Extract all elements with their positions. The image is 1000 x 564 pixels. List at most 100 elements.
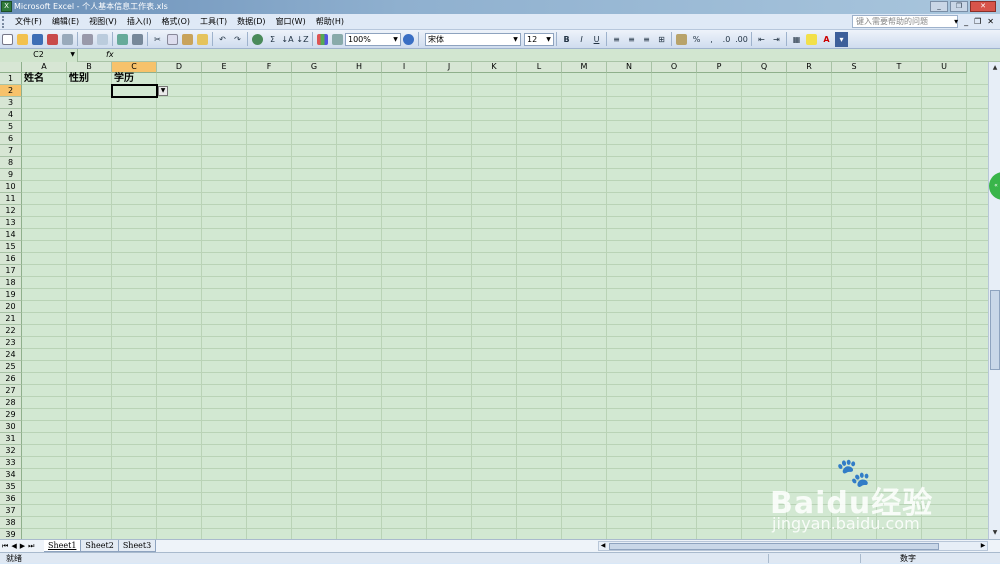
decrease-indent-icon[interactable]: ⇤	[755, 32, 768, 47]
row-header-9[interactable]: 9	[0, 169, 22, 181]
row-header-15[interactable]: 15	[0, 241, 22, 253]
row-header-21[interactable]: 21	[0, 313, 22, 325]
row-header-31[interactable]: 31	[0, 433, 22, 445]
decrease-decimal-icon[interactable]: .00	[735, 32, 748, 47]
workbook-close-button[interactable]: ✕	[987, 15, 994, 28]
drawing-icon[interactable]	[331, 32, 344, 47]
mail-icon[interactable]	[61, 32, 74, 47]
menu-window[interactable]: 窗口(W)	[271, 15, 311, 29]
copy-icon[interactable]	[166, 32, 179, 47]
menu-tools[interactable]: 工具(T)	[195, 15, 232, 29]
bold-button[interactable]: B	[560, 32, 573, 47]
sort-descending-icon[interactable]: ↓Z	[296, 32, 309, 47]
menu-format[interactable]: 格式(O)	[156, 15, 195, 29]
currency-icon[interactable]	[675, 32, 688, 47]
column-header-q[interactable]: Q	[742, 62, 787, 73]
row-header-19[interactable]: 19	[0, 289, 22, 301]
save-icon[interactable]	[31, 32, 44, 47]
menu-help[interactable]: 帮助(H)	[311, 15, 349, 29]
align-center-icon[interactable]: ≡	[625, 32, 638, 47]
prev-sheet-icon[interactable]: ◀	[11, 541, 16, 551]
font-size-select[interactable]: 12 ▼	[524, 32, 554, 46]
redo-icon[interactable]: ↷	[231, 32, 244, 47]
workbook-dropdown-icon[interactable]: ▾	[954, 15, 958, 28]
column-header-k[interactable]: K	[472, 62, 517, 73]
research-icon[interactable]	[131, 32, 144, 47]
vertical-scroll-thumb[interactable]	[990, 290, 1000, 370]
menu-file[interactable]: 文件(F)	[10, 15, 47, 29]
row-header-28[interactable]: 28	[0, 397, 22, 409]
row-header-24[interactable]: 24	[0, 349, 22, 361]
scroll-right-icon[interactable]: ▶	[979, 542, 987, 550]
new-icon[interactable]	[1, 32, 14, 47]
row-header-5[interactable]: 5	[0, 121, 22, 133]
next-sheet-icon[interactable]: ▶	[20, 541, 25, 551]
row-header-39[interactable]: 39	[0, 529, 22, 539]
hyperlink-icon[interactable]	[251, 32, 264, 47]
row-header-33[interactable]: 33	[0, 457, 22, 469]
align-right-icon[interactable]: ≡	[640, 32, 653, 47]
minimize-button[interactable]: _	[930, 1, 948, 12]
column-header-l[interactable]: L	[517, 62, 562, 73]
row-header-4[interactable]: 4	[0, 109, 22, 121]
workbook-minimize-button[interactable]: _	[964, 15, 968, 28]
toolbar-options-icon[interactable]: ▾	[835, 31, 848, 47]
column-header-g[interactable]: G	[292, 62, 337, 73]
column-header-s[interactable]: S	[832, 62, 877, 73]
permission-icon[interactable]	[46, 32, 59, 47]
sort-ascending-icon[interactable]: ↓A	[281, 32, 294, 47]
format-painter-icon[interactable]	[196, 32, 209, 47]
percent-button[interactable]: %	[690, 32, 703, 47]
font-name-select[interactable]: 宋体 ▼	[425, 32, 521, 46]
row-header-2[interactable]: 2	[0, 85, 22, 97]
borders-icon[interactable]: ▦	[790, 32, 803, 47]
row-header-25[interactable]: 25	[0, 361, 22, 373]
column-header-m[interactable]: M	[562, 62, 607, 73]
fx-icon[interactable]: fx	[106, 49, 114, 61]
row-header-11[interactable]: 11	[0, 193, 22, 205]
formula-input[interactable]	[118, 49, 988, 61]
menu-edit[interactable]: 编辑(E)	[47, 15, 84, 29]
column-header-e[interactable]: E	[202, 62, 247, 73]
cell-a1[interactable]: 姓名	[22, 73, 67, 85]
increase-decimal-icon[interactable]: .0	[720, 32, 733, 47]
cut-icon[interactable]: ✂	[151, 32, 164, 47]
menu-view[interactable]: 视图(V)	[84, 15, 122, 29]
print-icon[interactable]	[81, 32, 94, 47]
scroll-down-icon[interactable]: ▼	[990, 528, 1000, 538]
fill-color-icon[interactable]	[805, 32, 818, 47]
column-header-b[interactable]: B	[67, 62, 112, 73]
row-header-20[interactable]: 20	[0, 301, 22, 313]
font-color-icon[interactable]: A	[820, 32, 833, 47]
row-header-13[interactable]: 13	[0, 217, 22, 229]
row-header-26[interactable]: 26	[0, 373, 22, 385]
align-left-icon[interactable]: ≡	[610, 32, 623, 47]
row-header-34[interactable]: 34	[0, 469, 22, 481]
vertical-scrollbar[interactable]: ▲ ▼	[988, 62, 1000, 539]
horizontal-scrollbar[interactable]: ◀ ▶	[598, 541, 988, 551]
name-box[interactable]: C2 ▼	[0, 49, 78, 62]
column-header-c[interactable]: C	[112, 62, 157, 73]
menu-grip[interactable]	[2, 15, 10, 28]
restore-button[interactable]: ❐	[950, 1, 968, 12]
open-icon[interactable]	[16, 32, 29, 47]
column-header-t[interactable]: T	[877, 62, 922, 73]
italic-button[interactable]: I	[575, 32, 588, 47]
comma-style-icon[interactable]: ,	[705, 32, 718, 47]
row-header-32[interactable]: 32	[0, 445, 22, 457]
row-header-3[interactable]: 3	[0, 97, 22, 109]
select-all-corner[interactable]	[0, 62, 22, 73]
row-header-29[interactable]: 29	[0, 409, 22, 421]
active-cell-c2[interactable]	[111, 84, 158, 98]
underline-button[interactable]: U	[590, 32, 603, 47]
row-header-1[interactable]: 1	[0, 73, 22, 85]
row-header-6[interactable]: 6	[0, 133, 22, 145]
print-preview-icon[interactable]	[96, 32, 109, 47]
workbook-restore-button[interactable]: ❐	[974, 15, 981, 28]
tab-sheet1[interactable]: Sheet1	[44, 540, 82, 552]
row-header-18[interactable]: 18	[0, 277, 22, 289]
column-header-d[interactable]: D	[157, 62, 202, 73]
autosum-icon[interactable]: Σ	[266, 32, 279, 47]
row-header-10[interactable]: 10	[0, 181, 22, 193]
zoom-select[interactable]: 100% ▼	[345, 32, 401, 46]
